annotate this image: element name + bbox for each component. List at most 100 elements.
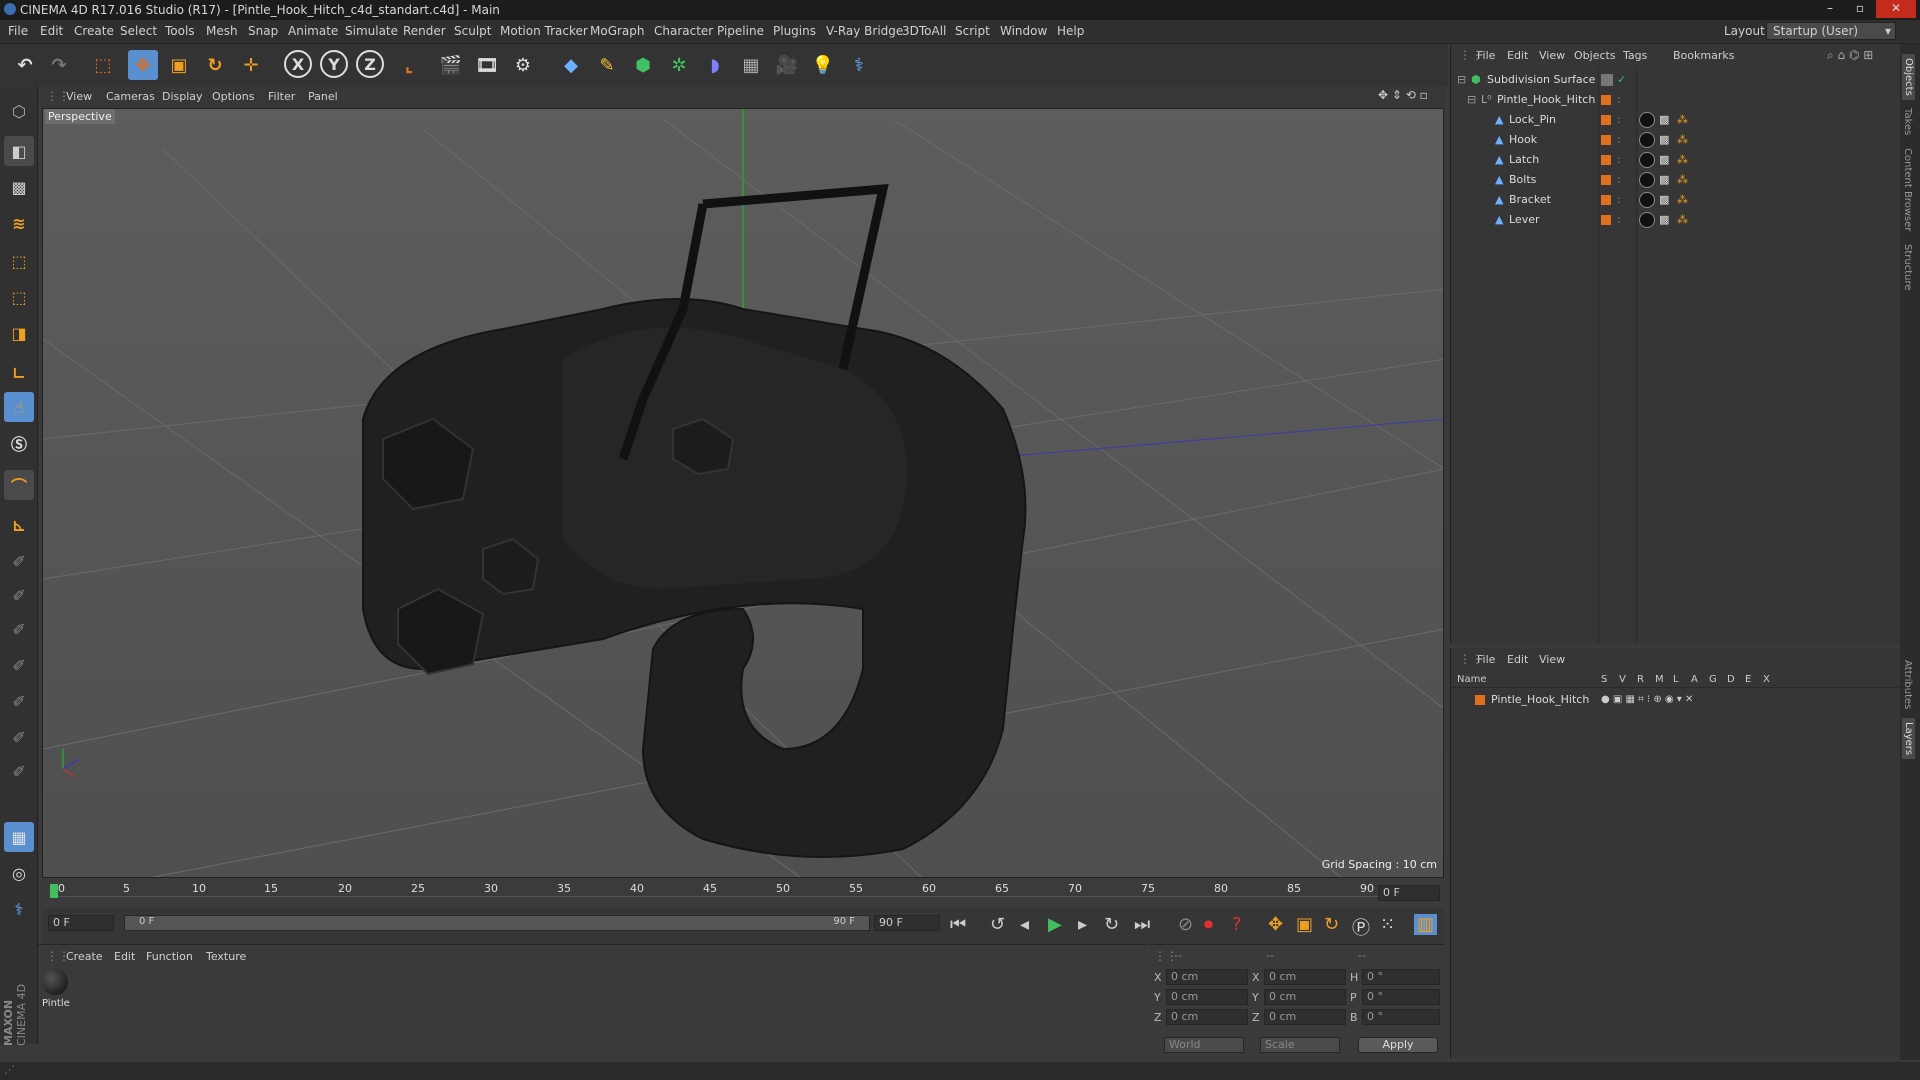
maximize-button[interactable]: ▫	[1846, 0, 1874, 18]
visibility-dots-icon[interactable]: :	[1617, 210, 1621, 230]
texture-tag-icon[interactable]: ▩	[1659, 170, 1669, 190]
sculpt-grab-icon[interactable]: ✐	[4, 756, 34, 786]
om-menu-edit[interactable]: Edit	[1507, 49, 1528, 62]
next-key-icon[interactable]: ↻	[1104, 914, 1119, 935]
material-tag-icon[interactable]	[1639, 152, 1655, 168]
range-slider[interactable]: 0 F 90 F	[124, 915, 870, 931]
object-row[interactable]: ▲ Bolts : ▩ ⁂	[1451, 170, 1901, 190]
key-rotation-icon[interactable]: ↻	[1324, 914, 1339, 935]
menu-snap[interactable]: Snap	[248, 24, 278, 38]
model-mode-icon[interactable]: ◧	[4, 136, 34, 166]
redo-icon[interactable]: ↷	[44, 50, 74, 80]
visibility-dots-icon[interactable]: :	[1617, 170, 1621, 190]
y-axis-lock-button[interactable]: Y	[320, 50, 348, 78]
pos-x-field[interactable]: 0 cm	[1166, 969, 1248, 985]
material-tag-icon[interactable]	[1639, 112, 1655, 128]
playhead-marker[interactable]	[50, 884, 58, 898]
tab-takes[interactable]: Takes	[1902, 108, 1913, 135]
phong-tag-icon[interactable]: ⁂	[1677, 210, 1688, 230]
timeline-ruler[interactable]: 0 5 10 15 20 25 30 35 40 45 50 55 60 65 …	[42, 878, 1444, 908]
tweak-mode-icon[interactable]: ☝	[4, 392, 34, 422]
menu-help[interactable]: Help	[1057, 24, 1084, 38]
phong-tag-icon[interactable]: ⁂	[1677, 110, 1688, 130]
vp-menu-display[interactable]: Display	[162, 90, 203, 103]
menu-script[interactable]: Script	[955, 24, 990, 38]
play-icon[interactable]: ▶	[1048, 914, 1062, 935]
subdivision-surface-icon[interactable]: ⬢	[628, 50, 658, 80]
vp-menu-panel[interactable]: Panel	[308, 90, 338, 103]
tab-structure[interactable]: Structure	[1902, 244, 1913, 291]
object-row[interactable]: ▲ Latch : ▩ ⁂	[1451, 150, 1901, 170]
snap-icon[interactable]: Ⓢ	[4, 428, 34, 458]
menu-file[interactable]: File	[8, 24, 28, 38]
mat-menu-texture[interactable]: Texture	[206, 950, 246, 963]
layer-color-icon[interactable]	[1601, 175, 1611, 185]
sculpt-pinch-icon[interactable]: ✐	[4, 722, 34, 752]
x-axis-lock-button[interactable]: X	[284, 50, 312, 78]
layout-select[interactable]: Startup (User) ▾	[1766, 22, 1896, 40]
rot-h-field[interactable]: 0 °	[1362, 969, 1440, 985]
visibility-dots-icon[interactable]: :	[1617, 150, 1621, 170]
z-axis-lock-button[interactable]: Z	[356, 50, 384, 78]
key-position-icon[interactable]: ✥	[1268, 914, 1283, 935]
sculpt-pull-icon[interactable]: ✐	[4, 580, 34, 610]
menu-render[interactable]: Render	[403, 24, 446, 38]
sculpt-inflate-icon[interactable]: ✐	[4, 686, 34, 716]
autokey-icon[interactable]: ?	[1232, 914, 1242, 935]
layer-row[interactable]: Pintle_Hook_Hitch ● ▣ ▦ ⌗ ⁝ ⊕ ◉ ▾ ✕	[1451, 690, 1901, 710]
tab-objects[interactable]: Objects	[1902, 54, 1915, 100]
texture-tag-icon[interactable]: ▩	[1659, 210, 1669, 230]
om-menu-tags[interactable]: Tags	[1623, 49, 1647, 62]
om-menu-view[interactable]: View	[1539, 49, 1565, 62]
edges-mode-icon[interactable]: ⬚	[4, 282, 34, 312]
record-off-icon[interactable]: ⊘	[1178, 914, 1193, 935]
menu-plugins[interactable]: Plugins	[773, 24, 816, 38]
texture-mode-icon[interactable]: ▩	[4, 172, 34, 202]
render-picture-viewer-icon[interactable]: 🎞	[472, 50, 502, 80]
object-row[interactable]: ▲ Hook : ▩ ⁂	[1451, 130, 1901, 150]
mat-menu-edit[interactable]: Edit	[114, 950, 135, 963]
move-tool-icon[interactable]: ✥	[128, 50, 158, 80]
menu-edit[interactable]: Edit	[40, 24, 63, 38]
om-menu-objects[interactable]: Objects	[1574, 49, 1616, 62]
size-x-field[interactable]: 0 cm	[1264, 969, 1346, 985]
menu-tools[interactable]: Tools	[165, 24, 195, 38]
next-frame-icon[interactable]: ▸	[1078, 914, 1087, 935]
rot-b-field[interactable]: 0 °	[1362, 1009, 1440, 1025]
om-search-icon[interactable]: ⌕ ⌂ ⌬ ⊞	[1827, 48, 1873, 63]
object-row[interactable]: ⊟ L⁰ Pintle_Hook_Hitch :	[1451, 90, 1901, 110]
layer-color-icon[interactable]	[1601, 155, 1611, 165]
visibility-dots-icon[interactable]: :	[1617, 190, 1621, 210]
render-settings-icon[interactable]: ⚙	[508, 50, 538, 80]
record-icon[interactable]: ⏺	[1204, 914, 1213, 935]
texture-tag-icon[interactable]: ▩	[1659, 130, 1669, 150]
object-row[interactable]: ▲ Lever : ▩ ⁂	[1451, 210, 1901, 230]
undo-icon[interactable]: ↶	[10, 50, 40, 80]
layer-color-icon[interactable]	[1601, 215, 1611, 225]
workplane-icon[interactable]: ≋	[4, 208, 34, 238]
menu-simulate[interactable]: Simulate	[345, 24, 398, 38]
object-row[interactable]: ▲ Lock_Pin : ▩ ⁂	[1451, 110, 1901, 130]
lm-menu-view[interactable]: View	[1539, 653, 1565, 666]
material-tag-icon[interactable]	[1639, 172, 1655, 188]
lock-workplane-icon[interactable]: ▦	[4, 822, 34, 852]
tab-layers[interactable]: Layers	[1902, 718, 1915, 760]
prev-key-icon[interactable]: ↺	[990, 914, 1005, 935]
layer-color-icon[interactable]	[1601, 135, 1611, 145]
layer-color-icon[interactable]	[1601, 115, 1611, 125]
start-frame-field[interactable]: 0 F	[48, 915, 114, 931]
sculpt-flatten-icon[interactable]: ✐	[4, 650, 34, 680]
collapse-icon[interactable]: ⊟	[1467, 90, 1476, 110]
coordinate-system-icon[interactable]: ⌞	[394, 50, 424, 80]
transform-tool-icon[interactable]: ✛	[236, 50, 266, 80]
minimize-button[interactable]: –	[1816, 0, 1844, 18]
menu-sculpt[interactable]: Sculpt	[454, 24, 491, 38]
key-param-icon[interactable]: Ⓟ	[1352, 914, 1370, 940]
menu-mesh[interactable]: Mesh	[206, 24, 238, 38]
render-view-icon[interactable]: 🎬	[436, 50, 466, 80]
om-menu-bookmarks[interactable]: Bookmarks	[1673, 49, 1734, 62]
menu-vray-bridge[interactable]: V-Ray Bridge	[826, 24, 903, 38]
phong-tag-icon[interactable]: ⁂	[1677, 150, 1688, 170]
python-script-icon[interactable]: ⚕	[4, 894, 34, 924]
magnet-icon[interactable]: ⌒	[4, 470, 34, 500]
